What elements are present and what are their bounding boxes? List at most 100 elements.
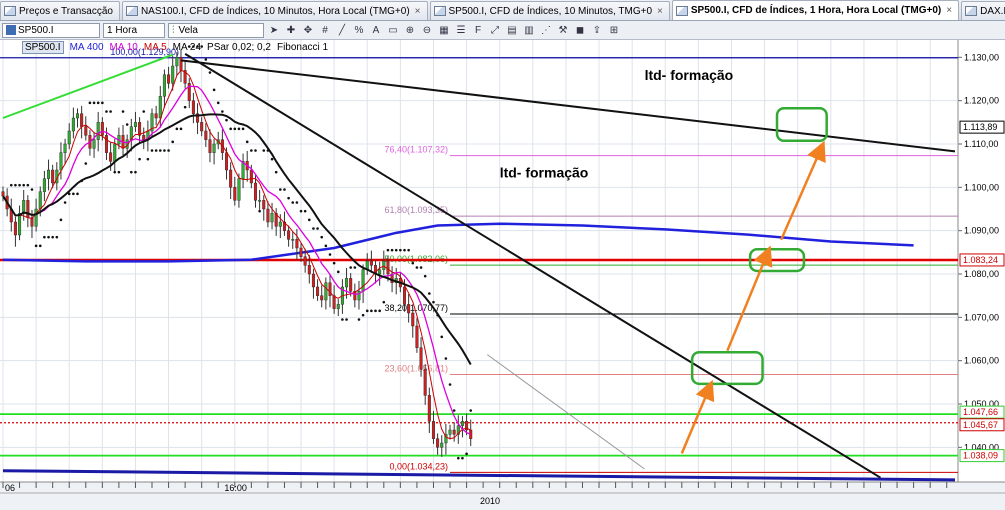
psar-dot <box>457 456 460 460</box>
psar-dot <box>92 101 96 105</box>
candle-body <box>22 200 26 214</box>
psar-dot <box>295 201 299 204</box>
candle-body <box>295 239 299 249</box>
symbol-selector[interactable]: SP500.I <box>2 22 100 38</box>
price-tag-label: 1.083,24 <box>963 255 998 265</box>
psar-dot <box>154 149 158 152</box>
price-chart[interactable]: 1.130,00 1.120,00 1.110,00 1.100,00 1.090,00… <box>0 40 1005 510</box>
tab-label: SP500.I, CFD de Índices, 10 Minutos, TMG… <box>448 5 653 17</box>
psar-dot <box>432 300 435 304</box>
percent-icon[interactable]: % <box>352 23 366 37</box>
indicator-bar: SP500.I MA 400 MA 10 MA 5 MA 24 PSar 0,02; 0… <box>0 40 960 54</box>
rectangle-icon[interactable]: ▭ <box>386 23 400 37</box>
psar-dot <box>241 127 245 131</box>
psar-dot <box>361 313 365 317</box>
indicator-symbol[interactable]: SP500.I <box>22 40 64 54</box>
candle-body <box>270 213 274 223</box>
lock-icon[interactable]: ◼ <box>573 23 587 37</box>
psar-dot <box>378 309 381 313</box>
candle-body <box>100 122 104 136</box>
candle-body <box>167 74 171 84</box>
tab-0[interactable]: Preços e Transacção <box>0 1 120 20</box>
tab-bar: Preços e Transacção NAS100.I, CFD de Índi… <box>0 0 1005 21</box>
tab-3[interactable]: SP500.I, CFD de Índices, 1 Hora, Hora Lo… <box>671 0 960 20</box>
candle-body <box>229 169 233 188</box>
candle-body <box>345 278 349 288</box>
candle-body <box>448 429 452 435</box>
chart-type-value: Vela <box>178 24 198 36</box>
table-icon[interactable]: ▥ <box>522 23 536 37</box>
chart-type-selector[interactable]: ⫶ Vela <box>168 22 264 38</box>
expand-icon[interactable]: ⊞ <box>607 23 621 37</box>
psar-dot <box>419 266 423 269</box>
y-tick-label: 1.070,00 <box>964 312 999 322</box>
close-icon[interactable]: × <box>657 6 663 17</box>
fib-label: 61,80(1.093,35) <box>384 205 448 215</box>
psar-dot <box>341 318 344 321</box>
candle-body <box>436 438 440 448</box>
tab-2[interactable]: SP500.I, CFD de Índices, 10 Minutos, TMG… <box>429 1 670 20</box>
candle-body <box>179 57 183 71</box>
candle-body <box>427 395 431 422</box>
close-icon[interactable]: × <box>415 6 421 17</box>
psar-dot <box>407 248 410 252</box>
indicator-1[interactable]: MA 10 <box>110 42 138 53</box>
x-tick-label: 06 <box>5 483 15 493</box>
candle-body <box>13 221 17 236</box>
grid-icon[interactable]: # <box>318 23 332 37</box>
crosshair-icon[interactable]: ✚ <box>284 23 298 37</box>
candle-body <box>423 369 427 396</box>
indicator-4[interactable]: PSar 0,02; 0,2 <box>207 42 271 53</box>
candle-body <box>51 169 55 184</box>
chart-icon <box>433 6 446 16</box>
tab-1[interactable]: NAS100.I, CFD de Índices, 10 Minutos, Ho… <box>121 1 428 20</box>
candle-body <box>59 152 63 171</box>
candle-body <box>361 269 365 292</box>
candle-body <box>212 143 216 153</box>
candle-body <box>249 169 253 184</box>
grid-view-icon[interactable]: ▤ <box>505 23 519 37</box>
psar-dot <box>72 192 75 196</box>
y-tick-label: 1.110,00 <box>964 139 998 149</box>
candle-body <box>324 282 328 301</box>
y-tick-label: 1.100,00 <box>964 182 999 192</box>
psar-dot <box>225 118 228 122</box>
psar-dot <box>18 183 21 187</box>
candle-body <box>440 442 444 448</box>
tools-icon[interactable]: ⚒ <box>556 23 570 37</box>
fib-icon[interactable]: F <box>471 23 485 37</box>
psar-dot <box>38 244 42 248</box>
indicator-5[interactable]: Fibonacci 1 <box>277 42 328 53</box>
zoom-out-icon[interactable]: ⊖ <box>420 23 434 37</box>
fit-icon[interactable]: ⤢ <box>488 23 502 37</box>
indicator-0[interactable]: MA 400 <box>70 42 104 53</box>
psar-dot <box>374 309 377 313</box>
pan-icon[interactable]: ✥ <box>301 23 315 37</box>
indicator-2[interactable]: MA 5 <box>144 42 167 53</box>
psar-dot <box>320 235 324 239</box>
cursor-icon[interactable]: ➤ <box>267 23 281 37</box>
indicator-3[interactable]: MA 24 <box>173 42 201 53</box>
psar-dot <box>67 192 71 196</box>
psar-dot <box>444 357 448 360</box>
sliders-icon[interactable]: ☰ <box>454 23 468 37</box>
psar-dot <box>22 183 25 187</box>
psar-dot <box>175 127 179 131</box>
candle-body <box>378 269 382 275</box>
psar-dot <box>9 183 13 187</box>
timeframe-selector[interactable]: 1 Hora <box>103 22 165 38</box>
tab-4[interactable]: DAX.I, CFD de <box>961 1 1005 20</box>
close-icon[interactable]: × <box>946 5 952 16</box>
fan-icon[interactable]: ⋰ <box>539 23 553 37</box>
candle-body <box>133 122 137 127</box>
text-tool-icon[interactable]: A <box>369 23 383 37</box>
candle-body <box>158 96 162 119</box>
line-tool-icon[interactable]: ╱ <box>335 23 349 37</box>
fib-label: 38,20(1.070,77) <box>384 303 448 313</box>
zoom-in-icon[interactable]: ⊕ <box>403 23 417 37</box>
psar-dot <box>270 157 274 161</box>
layout-icon[interactable]: ▦ <box>437 23 451 37</box>
share-icon[interactable]: ⇪ <box>590 23 604 37</box>
candle-body <box>109 152 113 162</box>
candle-body <box>415 325 419 348</box>
